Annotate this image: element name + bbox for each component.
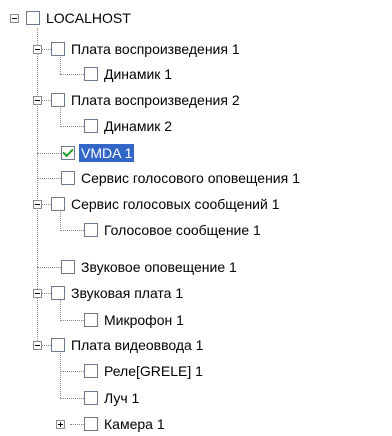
node-checkbox[interactable]: [84, 391, 98, 405]
node-label: Голосовое сообщение 1: [104, 222, 261, 238]
collapse-toggle-icon[interactable]: [10, 14, 19, 23]
tree-line: [37, 178, 61, 179]
tree-line: [70, 424, 84, 425]
tree-node[interactable]: Микрофон 1: [84, 311, 186, 329]
tree-node[interactable]: Плата воспроизведения 1: [51, 40, 242, 58]
tree-line: [60, 230, 84, 231]
node-label: Реле[GRELE] 1: [104, 363, 203, 379]
node-checkbox[interactable]: [61, 171, 75, 185]
tree-line: [37, 267, 61, 268]
tree-node[interactable]: Динамик 2: [84, 117, 174, 135]
tree-node-localhost[interactable]: LOCALHOST: [26, 9, 133, 27]
node-checkbox[interactable]: [51, 286, 65, 300]
node-label: Динамик 2: [104, 118, 173, 134]
node-checkbox[interactable]: [61, 260, 75, 274]
node-checkbox[interactable]: [84, 119, 98, 133]
clipped-header-text: …: [0, 0, 392, 3]
tree-node[interactable]: Реле[GRELE] 1: [84, 362, 205, 380]
node-label: Плата воспроизведения 2: [71, 92, 240, 108]
node-label: Плата видеоввода 1: [71, 337, 204, 353]
tree-line: [37, 153, 61, 154]
tree-node[interactable]: Плата видеоввода 1: [51, 336, 205, 354]
tree-node[interactable]: Луч 1: [84, 389, 141, 407]
node-label: Камера 1: [104, 416, 165, 432]
tree-line: [60, 320, 84, 321]
device-tree: … LOCALHOST Плата воспроизведения 1 Дина…: [0, 0, 392, 436]
node-checkbox[interactable]: [84, 364, 98, 378]
node-label: Плата воспроизведения 1: [71, 41, 240, 57]
node-label: VMDA 1: [79, 144, 135, 162]
tree-line: [60, 126, 84, 127]
node-checkbox[interactable]: [84, 67, 98, 81]
node-checkbox[interactable]: [51, 338, 65, 352]
node-label: Звуковое оповещение 1: [81, 259, 237, 275]
tree-node[interactable]: Сервис голосового оповещения 1: [61, 169, 302, 187]
node-label: Сервис голосового оповещения 1: [81, 170, 300, 186]
tree-node[interactable]: Голосовое сообщение 1: [84, 221, 263, 239]
node-checkbox-checked[interactable]: [61, 146, 75, 160]
tree-line: [60, 371, 84, 372]
node-checkbox[interactable]: [26, 11, 40, 25]
collapse-toggle-icon[interactable]: [33, 200, 42, 209]
node-label: Динамик 1: [104, 66, 173, 82]
node-checkbox[interactable]: [84, 417, 98, 431]
node-label: Звуковая плата 1: [71, 285, 184, 301]
tree-node[interactable]: Динамик 1: [84, 65, 174, 83]
node-checkbox[interactable]: [84, 313, 98, 327]
node-label: Сервис голосовых сообщений 1: [71, 196, 280, 212]
expand-toggle-icon[interactable]: [56, 420, 65, 429]
node-checkbox[interactable]: [51, 93, 65, 107]
node-label: LOCALHOST: [46, 10, 131, 26]
collapse-toggle-icon[interactable]: [33, 45, 42, 54]
tree-line: [60, 398, 84, 399]
tree-line: [60, 299, 61, 319]
tree-node-selected[interactable]: VMDA 1: [61, 144, 135, 162]
tree-node[interactable]: Сервис голосовых сообщений 1: [51, 195, 282, 213]
node-checkbox[interactable]: [51, 42, 65, 56]
node-label: Микрофон 1: [104, 312, 184, 328]
tree-line: [60, 74, 84, 75]
collapse-toggle-icon[interactable]: [33, 341, 42, 350]
collapse-toggle-icon[interactable]: [33, 96, 42, 105]
tree-node[interactable]: Камера 1: [84, 415, 167, 433]
node-label: Луч 1: [104, 390, 140, 406]
tree-node[interactable]: Звуковая плата 1: [51, 284, 185, 302]
tree-line: [60, 351, 61, 398]
node-checkbox[interactable]: [51, 197, 65, 211]
tree-node[interactable]: Звуковое оповещение 1: [61, 258, 239, 276]
collapse-toggle-icon[interactable]: [33, 289, 42, 298]
node-checkbox[interactable]: [84, 223, 98, 237]
tree-node[interactable]: Плата воспроизведения 2: [51, 91, 242, 109]
